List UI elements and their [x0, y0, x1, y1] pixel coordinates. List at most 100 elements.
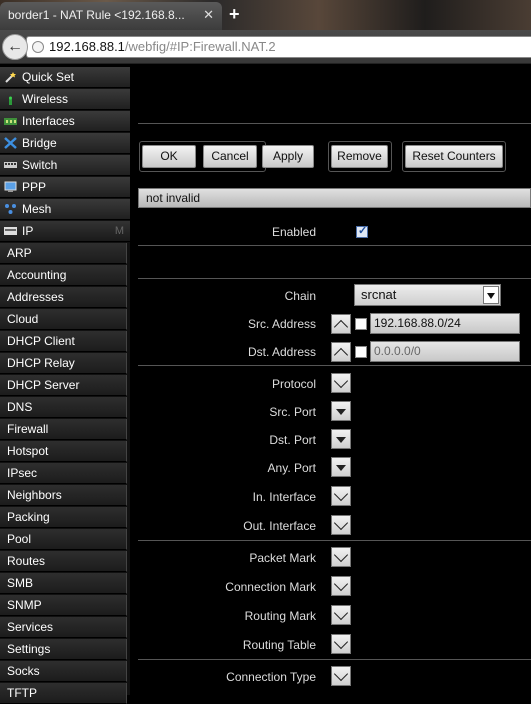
out-interface-expand-toggle[interactable]	[331, 515, 351, 535]
chevron-down-icon[interactable]	[483, 286, 499, 304]
src-address-toggle[interactable]	[331, 314, 351, 334]
ok-button[interactable]: OK	[142, 145, 196, 168]
in-interface-label: In. Interface	[252, 490, 316, 504]
src-port-expand-toggle[interactable]	[331, 401, 351, 421]
subitem-label: TFTP	[7, 686, 37, 700]
sidebar-subitem-dhcp-server[interactable]: DHCP Server	[0, 375, 127, 396]
sidebar-item-label: IP	[22, 224, 34, 238]
sidebar-item-bridge[interactable]: Bridge	[0, 133, 130, 154]
sidebar-subitem-cloud[interactable]: Cloud	[0, 309, 127, 330]
src-address-negate-checkbox[interactable]	[355, 318, 367, 330]
enabled-checkbox[interactable]	[356, 224, 368, 238]
divider	[138, 123, 531, 124]
sidebar-subitem-dns[interactable]: DNS	[0, 397, 127, 418]
chain-value: srcnat	[361, 287, 397, 302]
sidebar-subitem-snmp[interactable]: SNMP	[0, 595, 127, 616]
switch-icon	[4, 162, 17, 168]
cancel-button[interactable]: Cancel	[203, 145, 257, 168]
browser-tabbar: border1 - NAT Rule <192.168.8... ✕ +	[0, 0, 531, 30]
reset-counters-button[interactable]: Reset Counters	[405, 145, 503, 168]
sidebar-subitem-packing[interactable]: Packing	[0, 507, 127, 528]
sidebar-subitem-routes[interactable]: Routes	[0, 551, 127, 572]
sidebar-subitem-services[interactable]: Services	[0, 617, 127, 638]
sidebar-item-label: Wireless	[22, 92, 69, 106]
close-tab-icon[interactable]: ✕	[203, 2, 214, 28]
subitem-label: Socks	[7, 664, 40, 678]
apply-button[interactable]: Apply	[262, 145, 314, 168]
protocol-expand-toggle[interactable]	[331, 373, 351, 393]
subitem-label: Accounting	[7, 268, 67, 282]
sidebar-subitem-accounting[interactable]: Accounting	[0, 265, 127, 286]
sidebar-subitem-ipsec[interactable]: IPsec	[0, 463, 127, 484]
sidebar-subitem-dhcp-relay[interactable]: DHCP Relay	[0, 353, 127, 374]
dst-address-label: Dst. Address	[247, 345, 316, 359]
sidebar-subitem-socks[interactable]: Socks	[0, 661, 127, 682]
sidebar-subitem-dhcp-client[interactable]: DHCP Client	[0, 331, 127, 352]
new-tab-button[interactable]: +	[229, 4, 240, 25]
status-bar: not invalid	[138, 188, 531, 208]
sidebar-subitem-tftp[interactable]: TFTP	[0, 683, 127, 704]
routing-table-expand-toggle[interactable]	[331, 634, 351, 654]
subitem-label: ARP	[7, 246, 32, 260]
sidebar-item-quick-set[interactable]: Quick Set	[0, 67, 130, 88]
back-arrow-icon[interactable]: ←	[2, 34, 28, 60]
tab-title: border1 - NAT Rule <192.168.8...	[8, 8, 185, 22]
dst-address-negate-checkbox[interactable]	[355, 346, 367, 358]
sidebar-subitem-pool[interactable]: Pool	[0, 529, 127, 550]
subitem-label: IPsec	[7, 466, 38, 480]
sidebar-item-switch[interactable]: Switch	[0, 155, 130, 176]
routing-mark-expand-toggle[interactable]	[331, 605, 351, 625]
src-address-input[interactable]: 192.168.88.0/24	[370, 313, 520, 334]
remove-button[interactable]: Remove	[331, 145, 388, 168]
out-interface-label: Out. Interface	[243, 519, 316, 533]
url-host: 192.168.88.1	[49, 39, 125, 54]
sidebar-subitem-addresses[interactable]: Addresses	[0, 287, 127, 308]
sidebar-item-wireless[interactable]: Wireless	[0, 89, 130, 110]
in-interface-expand-toggle[interactable]	[331, 486, 351, 506]
dst-address-toggle[interactable]	[331, 342, 351, 362]
sidebar-subitem-hotspot[interactable]: Hotspot	[0, 441, 127, 462]
dst-port-expand-toggle[interactable]	[331, 429, 351, 449]
divider	[138, 278, 531, 279]
sidebar-subitem-neighbors[interactable]: Neighbors	[0, 485, 127, 506]
browser-toolbar: 192.168.88.1/webfig/#IP:Firewall.NAT.2 ←	[0, 30, 531, 64]
subitem-label: Neighbors	[7, 488, 62, 502]
src-address-label: Src. Address	[247, 317, 316, 331]
sidebar-subitem-firewall[interactable]: Firewall	[0, 419, 127, 440]
chain-select[interactable]: srcnat	[354, 284, 501, 306]
sidebar-item-ip[interactable]: IP M	[0, 221, 130, 242]
page-icon	[32, 41, 44, 53]
sidebar-item-label: Switch	[22, 158, 58, 172]
connection-mark-expand-toggle[interactable]	[331, 576, 351, 596]
sidebar-subitem-smb[interactable]: SMB	[0, 573, 127, 594]
subitem-label: Settings	[7, 642, 51, 656]
divider	[138, 245, 531, 246]
subitem-label: Hotspot	[7, 444, 49, 458]
packet-mark-expand-toggle[interactable]	[331, 547, 351, 567]
sidebar-item-mesh[interactable]: Mesh	[0, 199, 130, 220]
divider	[138, 365, 531, 366]
connection-mark-label: Connection Mark	[225, 580, 316, 594]
any-port-expand-toggle[interactable]	[331, 457, 351, 477]
routing-table-label: Routing Table	[242, 638, 316, 652]
subitem-label: DHCP Relay	[7, 356, 75, 370]
connection-type-expand-toggle[interactable]	[331, 666, 351, 686]
subitem-label: SMB	[7, 576, 34, 590]
sidebar-item-ppp[interactable]: PPP	[0, 177, 130, 198]
sidebar-subitem-arp[interactable]: ARP	[0, 243, 127, 264]
address-bar[interactable]: 192.168.88.1/webfig/#IP:Firewall.NAT.2	[26, 36, 531, 58]
subitem-label: SNMP	[7, 598, 42, 612]
url-path: /webfig/#IP:Firewall.NAT.2	[124, 39, 276, 54]
sidebar-subitem-settings[interactable]: Settings	[0, 639, 127, 660]
routing-mark-label: Routing Mark	[244, 609, 316, 623]
network-card-icon	[4, 118, 17, 125]
browser-tab[interactable]: border1 - NAT Rule <192.168.8... ✕	[0, 2, 222, 30]
ip-icon	[4, 227, 17, 235]
connection-type-label: Connection Type	[226, 670, 316, 684]
sidebar-item-interfaces[interactable]: Interfaces	[0, 111, 130, 132]
dst-port-label: Dst. Port	[269, 433, 316, 447]
wand-icon	[5, 72, 16, 83]
mesh-icon	[5, 204, 16, 214]
dst-address-input[interactable]: 0.0.0.0/0	[370, 341, 520, 362]
packet-mark-label: Packet Mark	[249, 551, 316, 565]
